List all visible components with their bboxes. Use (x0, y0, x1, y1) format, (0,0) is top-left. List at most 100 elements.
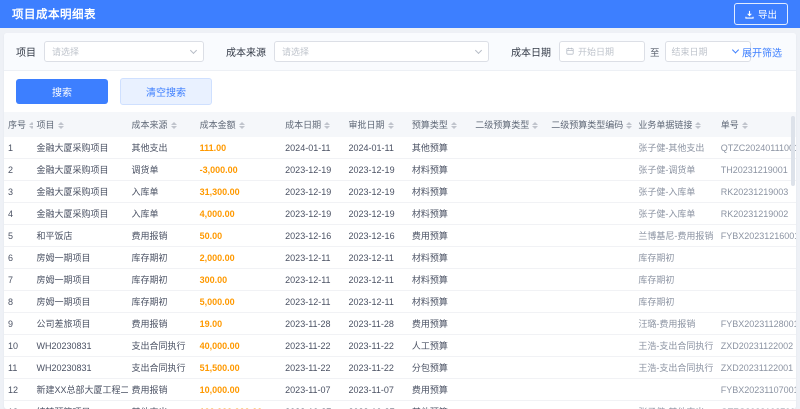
sort-icon[interactable] (532, 121, 539, 130)
business-link-cell[interactable]: 王浩-支出合同执行 (634, 334, 717, 357)
table-row: 9 公司差旅项目 费用报销 19.00 2023-11-28 2023-11-28 费用预算… (4, 312, 796, 335)
expand-filters-link[interactable]: 展开筛选 (731, 44, 782, 59)
scrollbar-thumb[interactable] (791, 116, 795, 186)
table-cell (471, 334, 548, 357)
cost-source-select[interactable]: 请选择 (274, 41, 489, 62)
table-cell: 2023-12-11 (281, 246, 345, 269)
project-select[interactable]: 请选择 (44, 41, 204, 62)
sort-icon[interactable] (324, 121, 331, 130)
column-header-6[interactable]: 预算类型 (407, 112, 472, 137)
table-cell: 材料预算 (407, 202, 472, 225)
business-link-cell[interactable]: 张子健-入库单 (634, 180, 717, 203)
order-no-cell: FYBX20231216001 (716, 224, 796, 247)
cost-source-select-placeholder: 请选择 (282, 47, 310, 57)
column-label: 成本来源 (131, 120, 168, 130)
sort-icon[interactable] (626, 121, 633, 130)
table-row: 11 WH20230831 支出合同执行 51,500.00 2023-11-22 202… (4, 356, 796, 379)
table-cell: 金融大厦采购项目 (32, 137, 128, 159)
column-header-7[interactable]: 二级预算类型 (471, 112, 548, 137)
table-cell (547, 180, 635, 203)
amount-cell: 31,300.00 (195, 180, 282, 203)
export-button[interactable]: 导出 (733, 3, 788, 25)
business-link-cell[interactable]: 兰博基尼-费用报销 (634, 224, 717, 247)
table-cell: 调货单 (127, 158, 196, 181)
sort-icon[interactable] (741, 121, 748, 130)
business-link-cell[interactable]: 王浩-支出合同执行 (634, 356, 717, 379)
table-cell (471, 378, 548, 401)
table-cell: 材料预算 (407, 246, 472, 269)
business-link-cell[interactable]: 汪璐-费用报销 (634, 312, 717, 335)
order-no-cell (716, 268, 796, 291)
amount-cell: 51,500.00 (195, 356, 282, 379)
table-cell: 2023-12-16 (344, 224, 408, 247)
cost-date-range: 开始日期 至 结束日期 (559, 41, 751, 62)
table-cell: 房姆一期项目 (32, 290, 128, 313)
search-button[interactable]: 搜索 (16, 79, 108, 104)
table-cell: 其他预算 (407, 400, 472, 409)
table-cell (547, 202, 635, 225)
table-cell: 2023-11-22 (281, 356, 345, 379)
sort-icon[interactable] (170, 121, 177, 130)
vertical-scrollbar[interactable] (790, 112, 796, 409)
table-cell: 7 (4, 268, 33, 291)
amount-cell: 111.00 (195, 137, 282, 159)
amount-cell: 10,000.00 (195, 378, 282, 401)
sort-icon[interactable] (29, 121, 33, 130)
business-link-cell[interactable]: 库存期初 (634, 246, 717, 269)
table-cell: 库存期初 (127, 268, 196, 291)
business-link-cell[interactable]: 张子健-调货单 (634, 158, 717, 181)
date-separator: 至 (650, 47, 660, 59)
table-cell: 2023-11-22 (344, 334, 408, 357)
column-header-2[interactable]: 成本来源 (127, 112, 196, 137)
top-bar: 项目成本明细表 导出 (0, 0, 800, 28)
column-header-8[interactable]: 二级预算类型编码 (547, 112, 635, 137)
sort-icon[interactable] (238, 121, 245, 130)
column-header-1[interactable]: 项目 (32, 112, 128, 137)
business-link-cell[interactable]: 张子健-入库单 (634, 202, 717, 225)
table-cell (471, 202, 548, 225)
sort-icon[interactable] (57, 121, 64, 130)
column-header-5[interactable]: 审批日期 (344, 112, 408, 137)
table-cell (471, 312, 548, 335)
sort-icon[interactable] (450, 121, 457, 130)
business-link-cell[interactable]: 张子健-其他支出 (634, 137, 717, 159)
table-cell (471, 400, 548, 409)
column-label: 预算类型 (411, 120, 448, 130)
table-cell: 人工预算 (407, 334, 472, 357)
table-cell: 2023-12-19 (344, 202, 408, 225)
clear-search-button[interactable]: 清空搜索 (120, 78, 212, 105)
table-cell (471, 180, 548, 203)
table-cell: 2023-12-19 (281, 158, 345, 181)
column-header-3[interactable]: 成本金额 (195, 112, 282, 137)
table-cell (471, 137, 548, 159)
amount-cell: 100,000,000.00 (195, 400, 282, 409)
amount-cell: 5,000.00 (195, 290, 282, 313)
table-cell (471, 356, 548, 379)
column-header-4[interactable]: 成本日期 (281, 112, 345, 137)
column-header-10[interactable]: 单号 (716, 112, 796, 137)
table-row: 8 房姆一期项目 库存期初 5,000.00 2023-12-11 2023-12-11 材… (4, 290, 796, 313)
business-link-cell (634, 378, 717, 401)
table-cell: 和平饭店 (32, 224, 128, 247)
amount-cell: 4,000.00 (195, 202, 282, 225)
business-link-cell[interactable]: 库存期初 (634, 290, 717, 313)
column-header-9[interactable]: 业务单据链接 (634, 112, 717, 137)
amount-cell: 40,000.00 (195, 334, 282, 357)
sort-icon[interactable] (387, 121, 394, 130)
table-cell: 公司差旅项目 (32, 312, 128, 335)
export-icon (745, 10, 754, 19)
table-cell: 新建XX总部大厦工程二期 (32, 378, 128, 401)
chevron-down-icon (474, 46, 483, 54)
business-link-cell[interactable]: 库存期初 (634, 268, 717, 291)
start-date-input[interactable]: 开始日期 (559, 41, 645, 62)
table-cell: 材料预算 (407, 268, 472, 291)
table-cell (547, 400, 635, 409)
business-link-cell[interactable]: 张子健-其他支出 (634, 400, 717, 409)
table-cell: WH20230831 (32, 356, 128, 379)
table-row: 10 WH20230831 支出合同执行 40,000.00 2023-11-22 202… (4, 334, 796, 357)
table-cell (547, 290, 635, 313)
sort-icon[interactable] (695, 121, 702, 130)
column-header-0[interactable]: 序号 (4, 112, 33, 137)
table-cell: 2023-11-07 (281, 378, 345, 401)
table-cell: 2023-12-11 (281, 268, 345, 291)
